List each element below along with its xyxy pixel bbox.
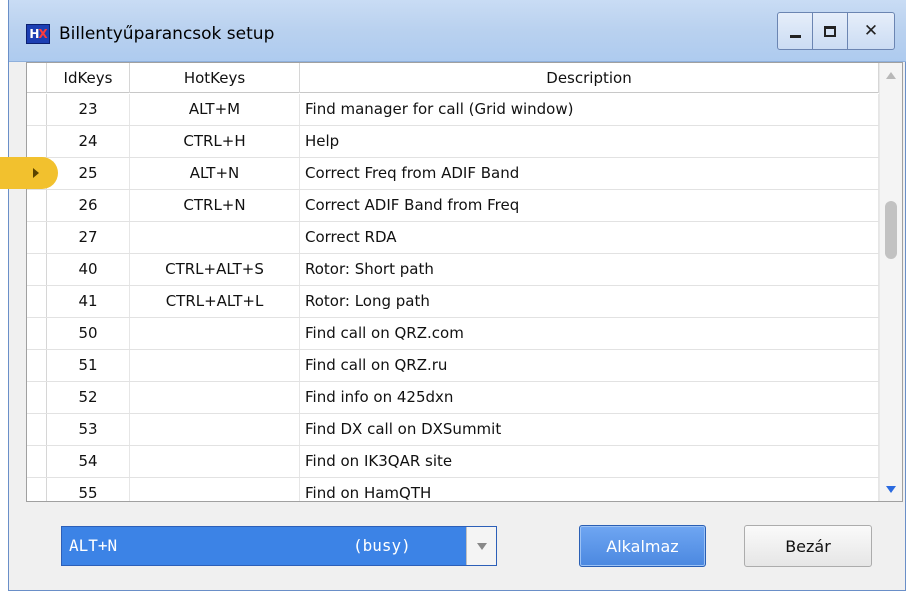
table-row[interactable]: 41 CTRL+ALT+L Rotor: Long path: [27, 286, 879, 318]
description-cell[interactable]: Find call on QRZ.ru: [300, 350, 879, 381]
scroll-down-arrow-icon[interactable]: [886, 486, 896, 493]
table-row[interactable]: 50 Find call on QRZ.com: [27, 318, 879, 350]
table-row[interactable]: 27 Correct RDA: [27, 222, 879, 254]
description-cell[interactable]: Rotor: Short path: [300, 254, 879, 285]
window-title: Billentyűparancsok setup: [59, 24, 275, 44]
hotkeys-cell[interactable]: [130, 414, 300, 445]
hotkey-combo-box[interactable]: ALT+N (busy): [61, 526, 497, 566]
close-window-button[interactable]: ✕: [847, 12, 895, 50]
hotkeys-cell[interactable]: ALT+N: [130, 158, 300, 189]
hotkey-combo-status: (busy): [353, 536, 411, 555]
idkeys-cell[interactable]: 25: [47, 158, 130, 189]
row-indicator-cell[interactable]: [27, 382, 47, 413]
row-indicator-cell[interactable]: [27, 190, 47, 221]
app-logo-icon: HX: [26, 24, 50, 44]
row-indicator-cell[interactable]: [27, 254, 47, 285]
description-cell[interactable]: Find on HamQTH: [300, 478, 879, 501]
description-cell[interactable]: Find info on 425dxn: [300, 382, 879, 413]
idkeys-cell[interactable]: 55: [47, 478, 130, 501]
row-indicator-cell[interactable]: [27, 318, 47, 349]
maximize-icon: [824, 25, 836, 37]
description-cell[interactable]: Find manager for call (Grid window): [300, 94, 879, 125]
idkeys-cell[interactable]: 52: [47, 382, 130, 413]
table-row[interactable]: 52 Find info on 425dxn: [27, 382, 879, 414]
table-row[interactable]: 40 CTRL+ALT+S Rotor: Short path: [27, 254, 879, 286]
row-indicator-cell[interactable]: [27, 94, 47, 125]
title-bar[interactable]: HX Billentyűparancsok setup ✕: [9, 0, 906, 62]
description-cell[interactable]: Correct Freq from ADIF Band: [300, 158, 879, 189]
hotkeys-cell[interactable]: [130, 446, 300, 477]
row-pointer-icon: [33, 168, 39, 178]
idkeys-cell[interactable]: 23: [47, 94, 130, 125]
combo-dropdown-button[interactable]: [466, 527, 496, 565]
hotkeys-cell[interactable]: [130, 318, 300, 349]
row-indicator-cell[interactable]: [27, 414, 47, 445]
row-indicator-cell[interactable]: [27, 126, 47, 157]
table-row[interactable]: 55 Find on HamQTH: [27, 478, 879, 501]
current-row-marker: [0, 157, 58, 189]
table-row[interactable]: 24 CTRL+H Help: [27, 126, 879, 158]
idkeys-cell[interactable]: 50: [47, 318, 130, 349]
idkeys-cell[interactable]: 24: [47, 126, 130, 157]
hotkeys-cell[interactable]: ALT+M: [130, 94, 300, 125]
close-button[interactable]: Bezár: [744, 525, 872, 567]
hotkeys-cell[interactable]: [130, 478, 300, 501]
hotkeys-cell[interactable]: [130, 382, 300, 413]
description-cell[interactable]: Find DX call on DXSummit: [300, 414, 879, 445]
idkeys-cell[interactable]: 40: [47, 254, 130, 285]
idkeys-cell[interactable]: 27: [47, 222, 130, 253]
row-indicator-cell[interactable]: [27, 286, 47, 317]
column-header-description[interactable]: Description: [300, 63, 879, 93]
hotkeys-grid[interactable]: IdKeys HotKeys Description 23 ALT+M Find m…: [26, 62, 903, 502]
table-row[interactable]: 25 ALT+N Correct Freq from ADIF Band: [27, 158, 879, 190]
description-cell[interactable]: Rotor: Long path: [300, 286, 879, 317]
vertical-scrollbar[interactable]: [879, 63, 902, 501]
close-icon: ✕: [863, 21, 879, 41]
scroll-up-arrow-icon[interactable]: [886, 72, 896, 79]
table-row[interactable]: 26 CTRL+N Correct ADIF Band from Freq: [27, 190, 879, 222]
hotkeys-cell[interactable]: [130, 350, 300, 381]
hotkey-combo-value: ALT+N: [69, 536, 118, 555]
minimize-icon: [789, 34, 801, 38]
idkeys-cell[interactable]: 54: [47, 446, 130, 477]
hotkeys-cell[interactable]: CTRL+N: [130, 190, 300, 221]
column-header-idkeys[interactable]: IdKeys: [47, 63, 130, 93]
scrollbar-thumb[interactable]: [885, 201, 897, 259]
row-indicator-cell[interactable]: [27, 222, 47, 253]
description-cell[interactable]: Correct RDA: [300, 222, 879, 253]
table-row[interactable]: 54 Find on IK3QAR site: [27, 446, 879, 478]
description-cell[interactable]: Find on IK3QAR site: [300, 446, 879, 477]
row-indicator-cell[interactable]: [27, 350, 47, 381]
chevron-down-icon: [477, 543, 487, 550]
description-cell[interactable]: Help: [300, 126, 879, 157]
table-row[interactable]: 51 Find call on QRZ.ru: [27, 350, 879, 382]
header-indicator-cell: [27, 63, 47, 93]
hotkeys-setup-window: HX Billentyűparancsok setup ✕ IdKeys Hot…: [8, 0, 906, 591]
grid-header: IdKeys HotKeys Description: [27, 63, 879, 93]
table-row[interactable]: 53 Find DX call on DXSummit: [27, 414, 879, 446]
description-cell[interactable]: Find call on QRZ.com: [300, 318, 879, 349]
idkeys-cell[interactable]: 41: [47, 286, 130, 317]
row-indicator-cell[interactable]: [27, 478, 47, 501]
table-row[interactable]: 23 ALT+M Find manager for call (Grid windo…: [27, 94, 879, 126]
row-indicator-cell[interactable]: [27, 446, 47, 477]
grid-body: 23 ALT+M Find manager for call (Grid windo…: [27, 94, 879, 501]
description-cell[interactable]: Correct ADIF Band from Freq: [300, 190, 879, 221]
maximize-button[interactable]: [812, 12, 848, 50]
hotkeys-cell[interactable]: CTRL+ALT+S: [130, 254, 300, 285]
hotkeys-cell[interactable]: CTRL+ALT+L: [130, 286, 300, 317]
idkeys-cell[interactable]: 51: [47, 350, 130, 381]
hotkeys-cell[interactable]: [130, 222, 300, 253]
column-header-hotkeys[interactable]: HotKeys: [130, 63, 300, 93]
minimize-button[interactable]: [777, 12, 813, 50]
apply-button[interactable]: Alkalmaz: [579, 525, 706, 567]
hotkeys-cell[interactable]: CTRL+H: [130, 126, 300, 157]
idkeys-cell[interactable]: 26: [47, 190, 130, 221]
idkeys-cell[interactable]: 53: [47, 414, 130, 445]
